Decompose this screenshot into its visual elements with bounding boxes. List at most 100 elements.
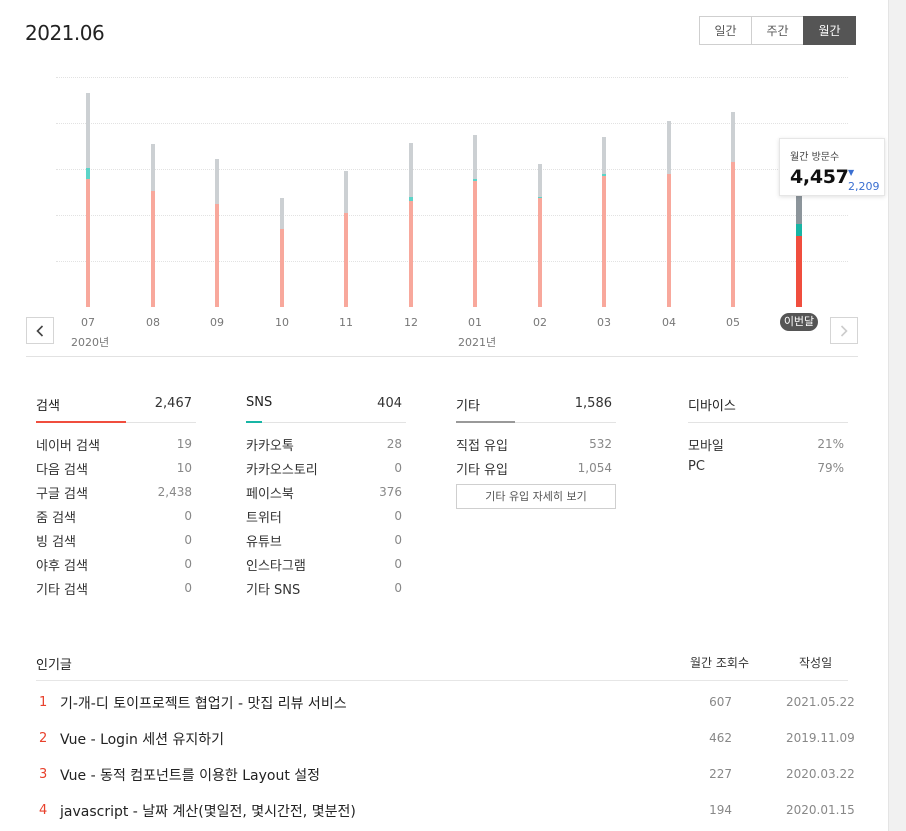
x-tick: 07 <box>81 316 95 329</box>
stat-title: 검색 <box>36 399 60 414</box>
tooltip-delta: ▼ 2,209 <box>848 167 884 193</box>
stat-row-value: 10 <box>176 461 192 475</box>
bar-segment-other <box>602 136 606 175</box>
stat-row-value: 532 <box>589 437 612 451</box>
chart-bar[interactable] <box>86 92 90 307</box>
stat-row-label: 야후 검색 <box>36 559 88 574</box>
bar-segment-sns <box>796 224 802 236</box>
stat-row-value: 0 <box>394 581 402 595</box>
stat-row-value: 28 <box>386 437 402 451</box>
stat-total: 1,586 <box>574 396 612 411</box>
stat-title: SNS <box>246 395 273 410</box>
chart-bar[interactable] <box>538 164 542 307</box>
post-title[interactable]: 기-개-디 토이프로젝트 협업기 - 맛집 리뷰 서비스 <box>60 693 347 713</box>
stat-row: 구글 검색 2,438 <box>36 479 196 503</box>
bar-segment-search <box>215 204 219 307</box>
stat-row-label: 페이스북 <box>246 487 294 502</box>
popular-post-row[interactable]: 2 Vue - Login 세션 유지하기 462 2019.11.09 <box>36 728 855 752</box>
bar-segment-other <box>731 112 735 162</box>
stat-row-label: 기타 유입 <box>456 463 508 478</box>
x-year-label: 2020년 <box>71 336 110 349</box>
chart-bar[interactable] <box>667 121 671 307</box>
stat-row: 카카오스토리 0 <box>246 455 406 479</box>
bar-segment-other <box>215 159 219 205</box>
post-rank: 1 <box>39 695 48 710</box>
tab-weekly[interactable]: 주간 <box>751 16 804 45</box>
stat-header: 기타 1,586 <box>456 392 616 423</box>
stat-row-label: 줌 검색 <box>36 511 77 526</box>
stat-row: 다음 검색 10 <box>36 455 196 479</box>
popular-post-row[interactable]: 3 Vue - 동적 컴포넌트를 이용한 Layout 설정 227 2020.03.… <box>36 764 855 788</box>
stat-header: 디바이스 <box>688 392 848 423</box>
chart-bar[interactable] <box>473 135 477 307</box>
stat-total: 2,467 <box>154 396 192 411</box>
grid-line <box>56 169 848 170</box>
grid-line <box>56 77 848 78</box>
stat-row-label: 카카오톡 <box>246 439 294 454</box>
stat-row-label: 모바일 <box>688 439 724 454</box>
bar-segment-search <box>602 176 606 307</box>
bar-segment-other <box>409 143 413 197</box>
stat-row: 인스타그램 0 <box>246 551 406 575</box>
post-views: 607 <box>709 695 732 709</box>
stat-row: 빙 검색 0 <box>36 527 196 551</box>
bar-segment-search <box>409 200 413 307</box>
chart-divider <box>26 356 858 357</box>
bar-segment-search <box>151 191 155 307</box>
tab-daily[interactable]: 일간 <box>699 16 752 45</box>
stat-row-label: 기타 SNS <box>246 583 301 598</box>
stat-row-value: 0 <box>394 509 402 523</box>
post-views: 462 <box>709 731 732 745</box>
chart-bar[interactable] <box>151 144 155 307</box>
next-period-button[interactable] <box>830 317 858 344</box>
x-tick: 12 <box>404 316 418 329</box>
stat-row-label: 기타 검색 <box>36 583 88 598</box>
tab-monthly[interactable]: 월간 <box>803 16 856 45</box>
post-title[interactable]: javascript - 날짜 계산(몇일전, 몇시간전, 몇분전) <box>60 801 356 821</box>
post-title[interactable]: Vue - 동적 컴포넌트를 이용한 Layout 설정 <box>60 765 320 785</box>
stat-column: 검색 2,467 네이버 검색 19 다음 검색 10 구글 검색 2,438 줌 검색 0 빙 검… <box>36 392 196 599</box>
stat-row-label: 유튜브 <box>246 535 282 550</box>
chart-bar[interactable] <box>280 197 284 307</box>
post-title[interactable]: Vue - Login 세션 유지하기 <box>60 729 224 749</box>
chart-bar[interactable] <box>602 136 606 307</box>
other-inflow-detail-button[interactable]: 기타 유입 자세히 보기 <box>456 484 616 509</box>
chart-bar[interactable] <box>731 112 735 307</box>
bar-segment-other <box>473 135 477 180</box>
chart-bar[interactable] <box>344 170 348 307</box>
popular-post-row[interactable]: 1 기-개-디 토이프로젝트 협업기 - 맛집 리뷰 서비스 607 2021.05.… <box>36 692 855 716</box>
scrollbar[interactable] <box>888 0 906 831</box>
stat-row-label: 구글 검색 <box>36 487 88 502</box>
stat-row-value: 2,438 <box>157 485 192 499</box>
x-tick: 01 <box>468 316 482 329</box>
stat-row-value: 79% <box>817 461 844 475</box>
stat-row-value: 0 <box>184 533 192 547</box>
arrow-down-icon: ▼ <box>848 168 855 177</box>
stat-share-bar <box>456 421 516 423</box>
popular-col-views: 월간 조회수 <box>690 656 750 670</box>
stat-row-value: 0 <box>184 557 192 571</box>
chart-bar[interactable] <box>409 143 413 307</box>
x-tick: 02 <box>533 316 547 329</box>
period-tabs: 일간 주간 월간 <box>699 16 856 45</box>
stat-row-value: 1,054 <box>577 461 612 475</box>
popular-col-date: 작성일 <box>799 656 833 670</box>
stat-total: 404 <box>377 396 402 411</box>
chart-bar[interactable] <box>215 159 219 307</box>
stat-title: 디바이스 <box>688 399 736 414</box>
stat-share-bar <box>246 421 262 423</box>
x-tick: 05 <box>726 316 740 329</box>
stat-row: 기타 유입 1,054 <box>456 455 616 479</box>
stat-column: 기타 1,586 직접 유입 532 기타 유입 1,054 기타 유입 자세히 보기 <box>456 392 616 509</box>
bar-segment-other <box>344 170 348 213</box>
prev-period-button[interactable] <box>26 317 54 344</box>
period-title: 2021.06 <box>25 21 105 45</box>
tooltip-label: 월간 방문수 <box>790 152 840 163</box>
stat-column: 디바이스 모바일 21% PC 79% <box>688 392 848 479</box>
popular-post-row[interactable]: 4 javascript - 날짜 계산(몇일전, 몇시간전, 몇분전) 194 20… <box>36 800 855 824</box>
stat-row: 야후 검색 0 <box>36 551 196 575</box>
stat-row-label: PC <box>688 459 705 474</box>
grid-line <box>56 123 848 124</box>
post-rank: 3 <box>39 767 48 782</box>
chart-bar[interactable] <box>796 178 802 307</box>
